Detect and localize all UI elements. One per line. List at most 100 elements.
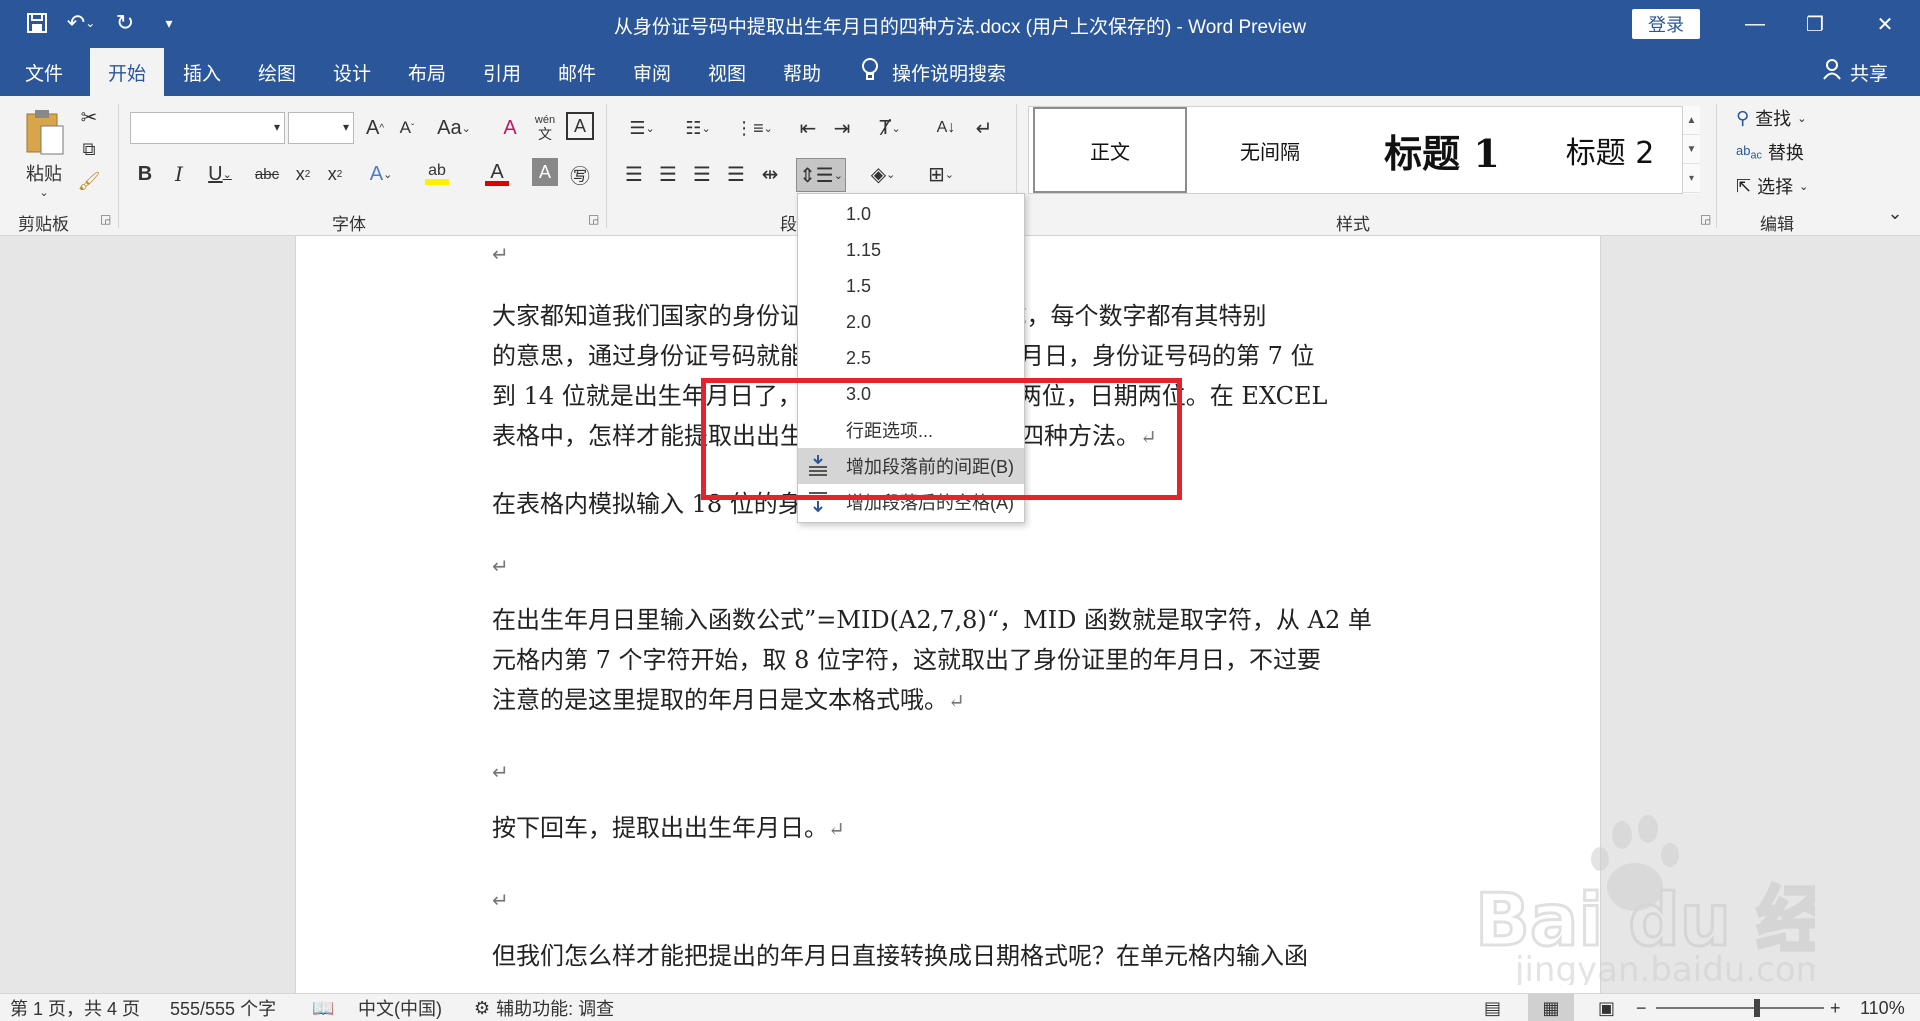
tab-references[interactable]: 引用 [470, 48, 534, 96]
tab-review[interactable]: 审阅 [620, 48, 684, 96]
change-case-icon[interactable]: Aa ⌄ [434, 112, 474, 144]
line-spacing-option[interactable]: 1.15 [798, 232, 1024, 268]
word-count[interactable]: 555/555 个字 [170, 994, 276, 1021]
line-spacing-option[interactable]: 1.5 [798, 268, 1024, 304]
replace-button[interactable]: abac 替换 [1736, 138, 1804, 166]
tab-draw[interactable]: 绘图 [245, 48, 309, 96]
align-center-icon[interactable]: ☰ [654, 158, 682, 190]
multilevel-list-icon[interactable]: ⋮≡ ⌄ [732, 112, 776, 144]
shrink-font-icon[interactable]: Aˇ [394, 112, 420, 144]
chevron-down-icon: ▾ [273, 120, 280, 134]
paragraph-3[interactable]: 在出生年月日里输入函数公式”=MID(A2,7,8)“，MID 函数就是取字符，… [492, 600, 1412, 721]
select-button[interactable]: ⇱ 选择 ⌄ [1736, 172, 1808, 200]
asian-layout-icon[interactable]: Ⱦ ⌄ [868, 112, 912, 144]
style-heading-1[interactable]: 标题 1 [1351, 107, 1533, 193]
font-size-combo[interactable]: ▾ [288, 112, 354, 144]
paragraph-3-line: 在出生年月日里输入函数公式”=MID(A2,7,8)“，MID 函数就是取字符，… [492, 606, 1372, 634]
tab-design[interactable]: 设计 [320, 48, 384, 96]
tab-help[interactable]: 帮助 [770, 48, 834, 96]
web-layout-icon[interactable]: ▣ [1598, 994, 1615, 1021]
zoom-slider[interactable] [1656, 994, 1824, 1021]
sort-icon[interactable]: A↓ [932, 112, 960, 144]
tell-me-search[interactable]: 操作说明搜索 [860, 48, 1006, 96]
scroll-up-icon[interactable]: ▲ [1683, 106, 1700, 135]
zoom-level[interactable]: 110% [1860, 994, 1905, 1021]
proofing-icon[interactable]: 📖 [312, 994, 334, 1021]
minimize-icon[interactable]: — [1730, 6, 1780, 42]
style-heading-2[interactable]: 标题 2 [1535, 107, 1685, 193]
strikethrough-icon[interactable]: abc [252, 158, 282, 190]
baidu-jingyan-watermark: Bai du 经验 jingyan.baidu.com [1475, 815, 1815, 985]
read-mode-icon[interactable]: ▤ [1484, 994, 1501, 1021]
paragraph-mark: ↵ [492, 244, 509, 266]
styles-launcher-icon[interactable]: ◲ [1700, 212, 1711, 226]
grow-font-icon[interactable]: A ^ [362, 112, 388, 144]
clipboard-launcher-icon[interactable]: ◲ [100, 212, 111, 226]
tab-insert[interactable]: 插入 [170, 48, 234, 96]
tab-mailings[interactable]: 邮件 [545, 48, 609, 96]
show-marks-icon[interactable]: ↵ [970, 112, 998, 144]
enclose-characters-icon[interactable]: ㊢ [566, 158, 594, 190]
shading-icon[interactable]: ◈ ⌄ [860, 158, 906, 190]
find-button[interactable]: ⚲ 查找 ⌄ [1736, 104, 1806, 132]
paragraph-5[interactable]: 但我们怎么样才能把提出的年月日直接转换成日期格式呢？在单元格内输入函 [492, 936, 1412, 976]
numbering-icon[interactable]: ☷ ⌄ [676, 112, 720, 144]
line-spacing-button[interactable]: ⇕☰ ⌄ [796, 158, 846, 192]
login-button[interactable]: 登录 [1632, 9, 1700, 39]
tab-layout[interactable]: 布局 [395, 48, 459, 96]
paste-dropdown-icon[interactable]: ⌄ [32, 184, 56, 200]
style-no-spacing[interactable]: 无间隔 [1195, 107, 1345, 193]
distributed-icon[interactable]: ⇹ [756, 158, 784, 190]
underline-icon[interactable]: U ⌄ [200, 158, 240, 190]
align-right-icon[interactable]: ☰ [688, 158, 716, 190]
copy-icon[interactable]: ⧉ [76, 136, 102, 162]
character-shading-icon[interactable]: A [532, 158, 558, 186]
more-styles-icon[interactable]: ▾ [1683, 164, 1700, 193]
language[interactable]: 中文(中国) [358, 994, 442, 1021]
line-spacing-option[interactable]: 2.5 [798, 340, 1024, 376]
collapse-ribbon-icon[interactable]: ⌄ [1880, 200, 1910, 226]
borders-icon[interactable]: ⊞ ⌄ [918, 158, 964, 190]
restore-icon[interactable]: ❐ [1790, 6, 1840, 42]
style-normal[interactable]: 正文 [1033, 107, 1187, 193]
line-spacing-option[interactable]: 1.0 [798, 196, 1024, 232]
tab-home[interactable]: 开始 [90, 48, 164, 96]
paragraph-4[interactable]: 按下回车，提取出出生年月日。↵ [492, 808, 1412, 849]
paragraph-3-line: 注意的是这里提取的年月日是文本格式哦。 [492, 686, 948, 714]
text-effects-icon[interactable]: A ⌄ [362, 158, 400, 190]
tab-view[interactable]: 视图 [695, 48, 759, 96]
increase-indent-icon[interactable]: ⇥ [828, 112, 856, 144]
font-group-label: 字体 [332, 215, 366, 234]
phonetic-guide-icon[interactable]: wén 文 [530, 110, 560, 144]
justify-icon[interactable]: ☰ [722, 158, 750, 190]
bullets-icon[interactable]: ☰ ⌄ [620, 112, 664, 144]
italic-icon[interactable]: I [166, 158, 192, 190]
format-painter-icon[interactable]: 🖌 [76, 168, 102, 194]
bold-icon[interactable]: B [132, 158, 158, 190]
superscript-icon[interactable]: x2 [322, 158, 348, 190]
paste-icon[interactable] [20, 104, 70, 160]
character-border-icon[interactable]: A [566, 112, 594, 140]
decrease-indent-icon[interactable]: ⇤ [794, 112, 822, 144]
subscript-icon[interactable]: x2 [290, 158, 316, 190]
close-icon[interactable]: ✕ [1860, 6, 1910, 42]
share-button[interactable]: 共享 [1822, 48, 1888, 96]
accessibility-status[interactable]: ⚙ 辅助功能: 调查 [474, 994, 614, 1021]
page-info[interactable]: 第 1 页，共 4 页 [10, 994, 140, 1021]
highlight-annotation-box [701, 378, 1182, 500]
print-layout-icon[interactable]: ▦ [1528, 994, 1574, 1021]
zoom-in-icon[interactable]: + [1830, 994, 1841, 1021]
align-left-icon[interactable]: ☰ [620, 158, 648, 190]
cut-icon[interactable]: ✂ [76, 104, 102, 130]
paste-label[interactable]: 粘贴 [18, 160, 70, 186]
clear-formatting-icon[interactable]: A [496, 112, 524, 144]
zoom-out-icon[interactable]: − [1636, 994, 1647, 1021]
styles-scroll[interactable]: ▲ ▼ ▾ [1682, 106, 1700, 194]
font-color-icon[interactable]: A [474, 158, 520, 190]
tab-file[interactable]: 文件 [12, 48, 76, 96]
font-name-combo[interactable]: ▾ [130, 112, 285, 144]
font-launcher-icon[interactable]: ◲ [588, 212, 599, 226]
text-highlight-icon[interactable]: ab [414, 158, 460, 190]
line-spacing-option[interactable]: 2.0 [798, 304, 1024, 340]
scroll-down-icon[interactable]: ▼ [1683, 135, 1700, 164]
